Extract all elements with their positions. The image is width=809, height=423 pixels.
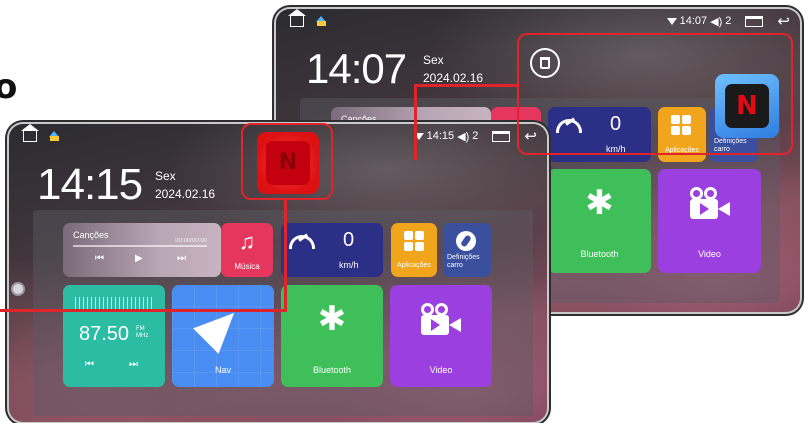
progress-track[interactable] [73,245,207,247]
nav-tile[interactable]: Nav [172,285,274,387]
track-time: 00:00/00:00 [175,238,207,244]
video-tile[interactable]: Video [390,285,492,387]
home-icon[interactable] [21,124,39,142]
notification-count: 2 [725,15,732,27]
clock-day: Sex [155,169,176,183]
radio-tile[interactable]: 87.50 FM MHz ⏮ ⏭ [63,285,165,387]
clock-date: 2024.02.16 [155,187,216,201]
recent-apps-icon[interactable] [492,130,511,142]
video-label: Video [429,365,453,375]
app-icon[interactable] [49,131,60,141]
recent-apps-icon[interactable] [745,15,764,27]
callout-box-trash-area [517,33,793,155]
status-time: 14:15 [426,130,455,142]
radio-band: FM MHz [136,326,149,339]
next-icon[interactable]: ⏭ [177,253,186,264]
callout-box-dragged-icon [241,123,333,200]
video-camera-icon [421,303,461,335]
volume-icon: ◀) [457,130,470,143]
radio-next-icon[interactable]: ⏭ [129,359,138,370]
speed-unit: km/h [339,260,359,270]
music-note-icon: ♫ [238,229,256,254]
song-title: Canções [73,230,109,240]
volume-icon: ◀) [710,15,723,28]
home-icon[interactable] [288,9,306,27]
video-label: Video [698,249,721,259]
callout-line [414,84,517,87]
car-settings-label: Definições carro [447,254,480,269]
play-icon[interactable]: ▶ [135,253,143,264]
bluetooth-tile[interactable]: ✱ Bluetooth [281,285,383,387]
video-camera-icon [689,187,730,219]
bluetooth-label: Bluetooth [580,249,619,259]
decorative-letter: o [0,67,18,107]
previous-icon[interactable]: ⏮ [95,253,104,264]
radio-frequency: 87.50 [79,323,130,345]
music-card[interactable]: Canções 00:00/00:00 ⏮ ▶ ⏭ [63,223,221,277]
speed-tile[interactable]: 0 km/h [281,223,383,277]
side-knob [11,282,25,296]
radio-previous-icon[interactable]: ⏮ [85,359,94,370]
bluetooth-icon: ✱ [317,299,347,339]
music-button[interactable]: ♫ Música [221,223,273,277]
bluetooth-icon: ✱ [585,183,614,223]
video-tile[interactable]: Video [658,169,761,273]
song-title: Canções [341,114,377,124]
back-icon[interactable]: ↩ [777,14,790,29]
callout-line [0,309,287,312]
status-time: 14:07 [679,15,708,27]
app-icon[interactable] [316,16,327,26]
clock-day: Sex [423,53,444,67]
bluetooth-label: Bluetooth [312,365,352,375]
clock-time: 14:15 [37,160,143,209]
notification-count: 2 [472,130,479,142]
radio-dial [75,297,153,309]
clock-time: 14:07 [306,45,407,92]
callout-line [414,84,417,160]
music-label: Música [234,262,260,271]
car-settings-tile[interactable]: Definições carro [443,223,491,277]
apps-grid-icon [404,231,424,251]
nav-label: Nav [214,365,231,375]
apps-label: Aplicações [397,262,431,269]
bluetooth-tile[interactable]: ✱ Bluetooth [548,169,651,273]
speed-value: 0 [343,229,355,251]
wrench-icon [456,231,476,251]
apps-tile[interactable]: Aplicações [391,223,437,277]
status-bar: 14:07 ◀) 2 ↩ [276,9,800,33]
clock-date: 2024.02.16 [423,71,484,85]
wifi-icon [666,17,677,25]
callout-line [284,200,287,312]
